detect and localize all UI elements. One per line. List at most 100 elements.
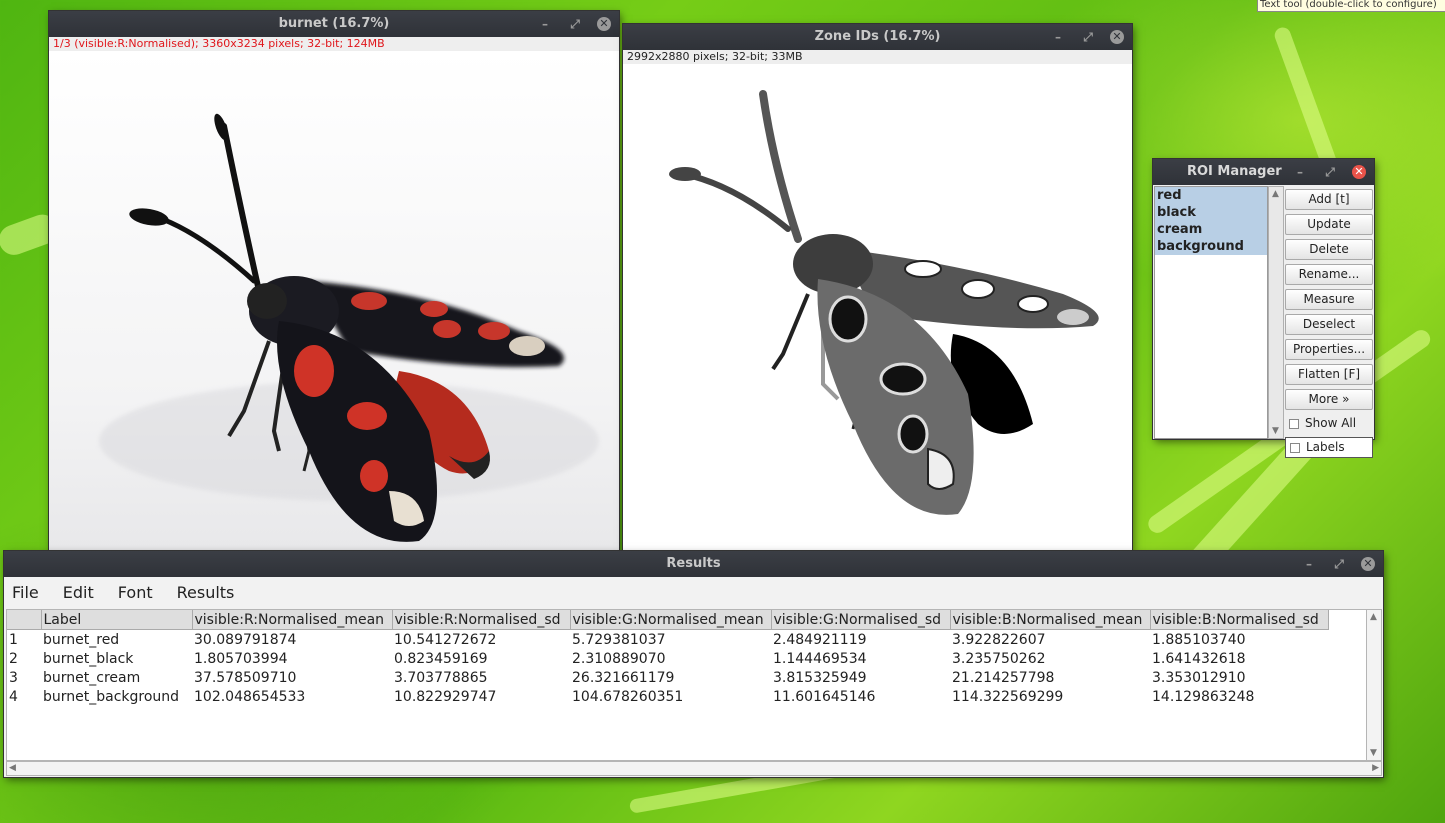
table-row[interactable]: 1 burnet_red 30.089791874 10.541272672 5… [7,630,1328,650]
delete-button[interactable]: Delete [1285,239,1373,260]
maximize-icon[interactable]: ⤢ [1080,29,1096,45]
table-row[interactable]: 4 burnet_background 102.048654533 10.822… [7,687,1328,706]
scroll-down-icon[interactable]: ▼ [1272,426,1279,436]
image-canvas[interactable] [49,51,619,550]
table-cell: 37.578509710 [194,669,297,686]
table-cell: 3.235750262 [952,650,1046,667]
table-cell: burnet_black [43,650,134,667]
image-info: 1/3 (visible:R:Normalised); 3360x3234 pi… [49,37,619,51]
roi-item-red[interactable]: red [1155,187,1267,204]
table-cell: 2.310889070 [572,650,666,667]
column-header[interactable]: visible:B:Normalised_mean [950,610,1151,630]
table-cell: 3.922822607 [952,631,1046,648]
table-row[interactable]: 2 burnet_black 1.805703994 0.823459169 2… [7,649,1328,668]
zone-ids-window[interactable]: Zone IDs (16.7%) – ⤢ ✕ 2992x2880 pixels;… [623,24,1132,550]
table-cell: 1.144469534 [773,650,867,667]
scroll-right-icon[interactable]: ▶ [1372,763,1379,773]
scroll-left-icon[interactable]: ◀ [9,763,16,773]
roi-list-scrollbar[interactable]: ▲ ▼ [1268,186,1284,439]
minimize-icon[interactable]: – [537,16,553,32]
column-header[interactable]: visible:R:Normalised_sd [392,610,571,630]
roi-list[interactable]: red black cream background [1154,186,1268,439]
show-all-label: Show All [1305,416,1357,430]
close-icon[interactable]: ✕ [1352,165,1366,179]
menu-file[interactable]: File [12,583,39,602]
table-row[interactable]: 3 burnet_cream 37.578509710 3.703778865 … [7,668,1328,687]
table-cell: 3.353012910 [1152,669,1246,686]
roi-manager-window[interactable]: ROI Manager – ⤢ ✕ red black cream backgr… [1153,159,1374,458]
close-icon[interactable]: ✕ [1361,557,1375,571]
table-cell: 3 [9,669,18,686]
table-cell: 2.484921119 [773,631,867,648]
column-header[interactable]: visible:G:Normalised_mean [570,610,772,630]
close-icon[interactable]: ✕ [1110,30,1124,44]
table-cell: 0.823459169 [394,650,488,667]
table-cell: 3.703778865 [394,669,488,686]
more-button[interactable]: More » [1285,389,1373,410]
results-menubar: File Edit Font Results [4,577,1383,607]
labels-checkbox[interactable]: Labels [1285,437,1373,458]
column-header[interactable]: visible:B:Normalised_sd [1150,610,1329,630]
deselect-button[interactable]: Deselect [1285,314,1373,335]
menu-results[interactable]: Results [177,583,235,602]
table-cell: 1.805703994 [194,650,288,667]
add-button[interactable]: Add [t] [1285,189,1373,210]
window-title: Results [4,551,1383,577]
zone-map [669,90,1099,515]
table-cell: 5.729381037 [572,631,666,648]
roi-item-background[interactable]: background [1155,238,1267,255]
results-table[interactable]: Label visible:R:Normalised_mean visible:… [6,609,1367,761]
results-window[interactable]: Results – ⤢ ✕ File Edit Font Results Lab… [4,551,1383,777]
maximize-icon[interactable]: ⤢ [567,16,583,32]
table-cell: 10.822929747 [394,688,497,705]
results-vertical-scrollbar[interactable]: ▲ ▼ [1366,609,1382,761]
scroll-up-icon[interactable]: ▲ [1370,612,1377,622]
table-cell: 4 [9,688,18,705]
update-button[interactable]: Update [1285,214,1373,235]
flatten-button[interactable]: Flatten [F] [1285,364,1373,385]
column-header[interactable] [7,610,42,630]
scroll-up-icon[interactable]: ▲ [1272,189,1279,199]
table-cell: burnet_background [43,688,180,705]
table-cell: 21.214257798 [952,669,1055,686]
maximize-icon[interactable]: ⤢ [1322,164,1338,180]
column-header[interactable]: Label [41,610,193,630]
burnet-image-window[interactable]: burnet (16.7%) – ⤢ ✕ 1/3 (visible:R:Norm… [49,11,619,550]
table-cell: 104.678260351 [572,688,684,705]
table-cell: 30.089791874 [194,631,297,648]
properties-button[interactable]: Properties... [1285,339,1373,360]
zone-canvas[interactable] [623,64,1132,550]
column-header[interactable]: visible:R:Normalised_mean [192,610,393,630]
table-cell: 26.321661179 [572,669,675,686]
results-horizontal-scrollbar[interactable]: ◀ ▶ [6,761,1382,776]
roi-item-black[interactable]: black [1155,204,1267,221]
tool-tooltip: Text tool (double-click to configure) [1257,0,1445,12]
show-all-checkbox[interactable]: Show All [1285,414,1373,433]
roi-manager-title: ROI Manager [1187,164,1282,179]
minimize-icon[interactable]: – [1292,164,1308,180]
close-icon[interactable]: ✕ [597,17,611,31]
table-cell: 10.541272672 [394,631,497,648]
table-cell: burnet_red [43,631,120,648]
image-info: 2992x2880 pixels; 32-bit; 33MB [623,50,1132,64]
table-cell: 1.641432618 [1152,650,1246,667]
table-header-row: Label visible:R:Normalised_mean visible:… [7,610,1329,630]
table-cell: burnet_cream [43,669,141,686]
moth-photo [99,113,599,542]
checkbox-icon[interactable] [1290,442,1300,453]
minimize-icon[interactable]: – [1050,29,1066,45]
roi-item-cream[interactable]: cream [1155,221,1267,238]
scroll-down-icon[interactable]: ▼ [1370,748,1377,758]
window-title: burnet (16.7%) [49,11,619,37]
table-cell: 1 [9,631,18,648]
checkbox-icon[interactable] [1289,418,1299,429]
minimize-icon[interactable]: – [1301,556,1317,572]
menu-edit[interactable]: Edit [63,583,94,602]
maximize-icon[interactable]: ⤢ [1331,556,1347,572]
table-cell: 3.815325949 [773,669,867,686]
measure-button[interactable]: Measure [1285,289,1373,310]
rename-button[interactable]: Rename... [1285,264,1373,285]
column-header[interactable]: visible:G:Normalised_sd [771,610,951,630]
menu-font[interactable]: Font [118,583,153,602]
table-cell: 114.322569299 [952,688,1064,705]
